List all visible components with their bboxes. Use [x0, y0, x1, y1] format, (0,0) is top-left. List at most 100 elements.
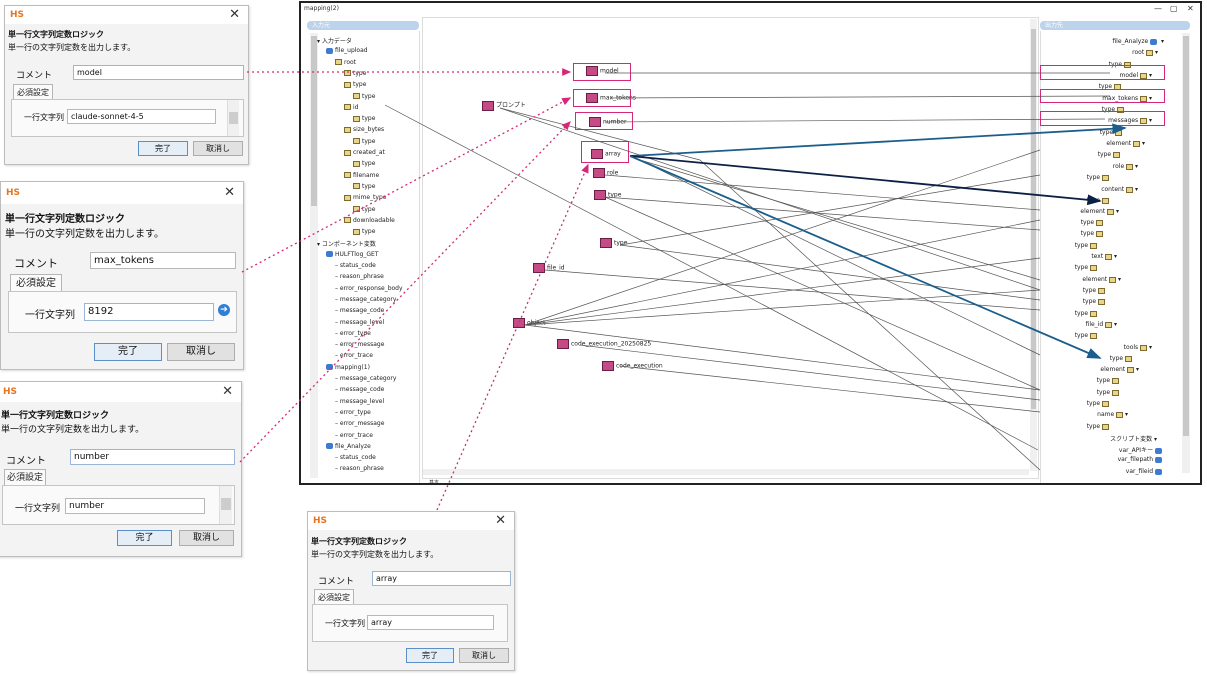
output-tree-item[interactable]: root ▾ — [1132, 49, 1158, 56]
output-tree-item[interactable]: var_fileid — [1126, 468, 1164, 475]
logic-node-code-execution[interactable]: code_execution — [602, 361, 663, 371]
input-tree-item[interactable]: type — [353, 115, 375, 122]
logic-node-role[interactable]: role — [593, 168, 618, 178]
output-tree-item[interactable]: file_id ▾ — [1086, 321, 1117, 328]
output-tree-item[interactable]: text ▾ — [1091, 253, 1117, 260]
value-scrollbar[interactable] — [219, 486, 232, 524]
input-tree-item[interactable]: – error_message — [335, 420, 384, 427]
output-tree-item[interactable]: type — [1087, 400, 1109, 407]
input-tree-item[interactable]: – reason_phrase — [335, 273, 384, 280]
output-tree-item[interactable]: element ▾ — [1082, 276, 1121, 283]
output-tree-item[interactable]: type — [1075, 242, 1097, 249]
string-value-input[interactable]: number — [65, 498, 205, 514]
tab-required-settings[interactable]: 必須設定 — [13, 84, 53, 100]
logic-node-object[interactable]: object — [513, 318, 546, 328]
ok-button[interactable]: 完了 — [406, 648, 454, 663]
cancel-button[interactable]: 取消し — [167, 343, 235, 361]
input-tree-item[interactable]: root — [335, 59, 356, 66]
maximize-icon[interactable]: ▢ — [1170, 4, 1178, 13]
ok-button[interactable]: 完了 — [138, 141, 188, 156]
input-tree-item[interactable]: type — [344, 81, 366, 88]
output-tree-item[interactable]: var_APIキー — [1119, 445, 1164, 454]
output-tree-item[interactable]: type — [1075, 310, 1097, 317]
input-tree-item[interactable]: – error_message — [335, 341, 384, 348]
input-tree-item[interactable]: – message_code — [335, 307, 384, 314]
comment-input[interactable]: max_tokens — [90, 252, 236, 269]
input-tree-item[interactable]: – message_code — [335, 386, 384, 393]
input-tree-item[interactable]: – status_code — [335, 262, 376, 269]
comment-input[interactable]: model — [73, 65, 244, 80]
output-tree-item[interactable]: element ▾ — [1106, 140, 1145, 147]
input-tree-item[interactable]: type — [353, 183, 375, 190]
input-tree-item[interactable]: ▾ コンポーネント変数 — [317, 239, 376, 248]
input-tree-item[interactable]: type — [353, 93, 375, 100]
output-tree-item[interactable]: スクリプト変数 ▾ — [1110, 434, 1157, 443]
comment-input[interactable]: number — [70, 449, 235, 465]
cancel-button[interactable]: 取消し — [179, 530, 234, 546]
input-tree-item[interactable]: created_at — [344, 149, 385, 156]
output-tree-item[interactable]: type — [1097, 389, 1119, 396]
logic-node------[interactable]: プロンプト — [482, 100, 526, 111]
logic-node-type[interactable]: type — [600, 238, 627, 248]
output-tree-item[interactable]: content ▾ — [1101, 186, 1138, 193]
value-scrollbar[interactable] — [227, 100, 239, 136]
output-tree-item[interactable]: type — [1097, 377, 1119, 384]
close-icon[interactable]: ✕ — [222, 384, 233, 399]
output-tree-item[interactable]: type — [1081, 230, 1103, 237]
input-tree-item[interactable]: – error_type — [335, 330, 371, 337]
input-tree-item[interactable]: mime_type — [344, 194, 386, 201]
output-tree-item[interactable]: type — [1083, 298, 1105, 305]
input-tree-item[interactable]: – error_trace — [335, 352, 373, 359]
output-tree-item[interactable]: type — [1087, 423, 1109, 430]
canvas-hscrollbar[interactable] — [423, 469, 1029, 475]
ok-button[interactable]: 完了 — [94, 343, 162, 361]
close-icon[interactable]: ✕ — [224, 185, 235, 200]
output-tree-item[interactable]: type — [1110, 355, 1132, 362]
tab-required-settings[interactable]: 必須設定 — [314, 589, 354, 605]
input-tree-item[interactable]: HULFTlog_GET — [326, 251, 379, 258]
input-tree-item[interactable]: – error_type — [335, 409, 371, 416]
logic-node-file-id[interactable]: file_id — [533, 263, 565, 273]
close-icon[interactable]: ✕ — [229, 7, 240, 22]
bottom-tab[interactable]: 基本 — [429, 479, 439, 483]
string-value-input[interactable]: array — [367, 615, 494, 630]
comment-input[interactable]: array — [372, 571, 511, 586]
input-tree-item[interactable]: – message_category — [335, 296, 396, 303]
input-tree-item[interactable]: type — [353, 160, 375, 167]
close-icon[interactable]: ✕ — [1187, 4, 1194, 13]
minimize-icon[interactable]: — — [1154, 4, 1162, 13]
input-tree-item[interactable]: filename — [344, 172, 379, 179]
string-value-input[interactable]: claude-sonnet-4-5 — [67, 109, 216, 124]
input-tree-item[interactable]: – message_category — [335, 375, 396, 382]
input-tree-item[interactable]: type — [353, 206, 375, 213]
input-tree-item[interactable]: file_Analyze — [326, 443, 371, 450]
input-tree-item[interactable]: file_upload — [326, 47, 368, 54]
ok-button[interactable]: 完了 — [117, 530, 172, 546]
string-value-input[interactable]: 8192 — [84, 303, 214, 321]
cancel-button[interactable]: 取消し — [459, 648, 509, 663]
input-tree-item[interactable]: mapping(1) — [326, 364, 370, 371]
input-tree-item[interactable]: type — [344, 70, 366, 77]
output-tree-item[interactable]: type — [1075, 264, 1097, 271]
output-tree-item[interactable]: type — [1098, 151, 1120, 158]
input-tree-item[interactable]: size_bytes — [344, 126, 384, 133]
input-tree-item[interactable]: – message_level — [335, 398, 384, 405]
output-tree-item[interactable]: type — [1100, 129, 1122, 136]
output-tree-item[interactable]: element ▾ — [1080, 208, 1119, 215]
close-icon[interactable]: ✕ — [495, 513, 506, 528]
output-tree-item[interactable]: element ▾ — [1100, 366, 1139, 373]
logic-node-type[interactable]: type — [594, 190, 621, 200]
output-tree-item[interactable]: type — [1075, 332, 1097, 339]
output-tree-item[interactable]: file_Analyze ▾ — [1112, 38, 1164, 45]
input-tree-item[interactable]: – reason_phrase — [335, 465, 384, 472]
go-arrow-icon[interactable]: ➔ — [218, 304, 230, 316]
output-tree-item[interactable]: type — [1083, 287, 1105, 294]
input-tree-item[interactable]: downloadable — [344, 217, 395, 224]
input-tree-item[interactable]: ▾ 入力データ — [317, 36, 352, 45]
input-tree-item[interactable]: – error_response_body — [335, 285, 403, 292]
output-tree-item[interactable]: type — [1087, 174, 1109, 181]
output-tree-item[interactable]: var_filepath — [1118, 456, 1164, 463]
tab-required-settings[interactable]: 必須設定 — [4, 469, 46, 486]
output-pane-scrollbar[interactable] — [1182, 33, 1190, 473]
tab-required-settings[interactable]: 必須設定 — [10, 274, 62, 292]
